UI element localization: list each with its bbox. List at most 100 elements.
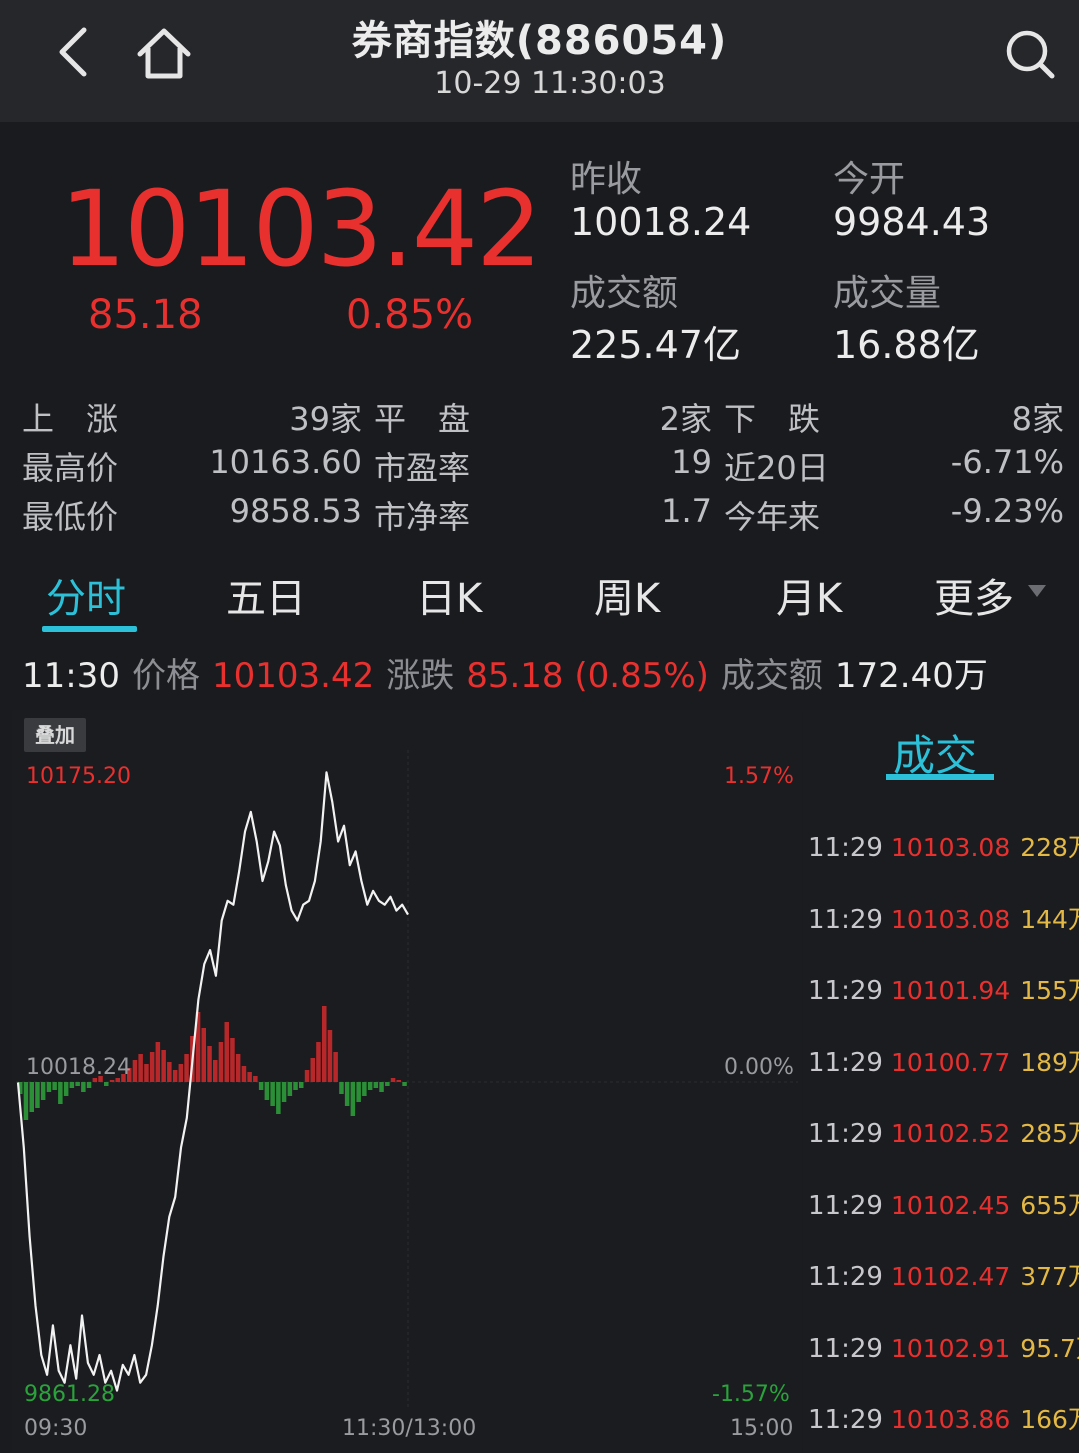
chevron-down-icon[interactable] [1028, 585, 1046, 597]
trade-volume: 144万 [1020, 904, 1079, 934]
volume-bar [63, 1082, 69, 1096]
tab-more[interactable]: 更多 [934, 566, 1014, 624]
tab-weekly-k[interactable]: 周K [594, 566, 660, 624]
volume-bar [167, 1062, 172, 1082]
trade-time: 11:29 [808, 1405, 883, 1435]
x-axis-end: 15:00 [730, 1416, 794, 1441]
top-bar: 券商指数(886054) 10-29 11:30:03 [0, 0, 1079, 122]
info-price-label: 价格 [131, 656, 200, 696]
active-tab-indicator [42, 626, 137, 632]
volume-bar [58, 1082, 63, 1104]
turnover-value: 225.47亿 [570, 323, 741, 367]
trade-row: 11:2910101.94155万↓ [808, 971, 1079, 1011]
stat-value: 19 [671, 443, 712, 481]
trade-row: 11:2910102.47377万↑ [808, 1257, 1079, 1297]
trades-tab-indicator [886, 774, 994, 780]
trade-time: 11:29 [808, 1190, 883, 1221]
volume-bar [247, 1072, 252, 1082]
volume-bar [304, 1070, 310, 1082]
volume-bar [264, 1082, 270, 1100]
trade-volume: 285万 [1020, 1119, 1079, 1148]
volume-bar [287, 1082, 293, 1096]
intraday-chart[interactable] [12, 710, 802, 1453]
trade-price: 10102.91 [890, 1333, 1011, 1363]
volume-bar [230, 1038, 235, 1082]
trade-price: 10102.45 [890, 1190, 1011, 1220]
x-axis-start: 09:30 [24, 1416, 88, 1441]
trade-price: 10103.08 [890, 904, 1011, 934]
info-turnover: 172.40万 [834, 656, 988, 696]
trade-volume: 166万 [1020, 1405, 1079, 1434]
stat-label: 今年来 [724, 498, 821, 536]
volume-bar [253, 1076, 258, 1082]
volume-bar [29, 1082, 34, 1112]
volume-bar [184, 1054, 189, 1082]
y-axis-bottom-percent: -1.57% [712, 1382, 790, 1407]
volume-bar [172, 1070, 178, 1082]
stats-row: 最高价 10163.60 市盈率 19 近20日 -6.71% [0, 443, 1079, 489]
trade-volume: 228万 [1020, 833, 1079, 862]
volume-bar [46, 1082, 52, 1092]
y-axis-top-percent: 1.57% [724, 764, 794, 789]
info-change: 85.18 (0.85%) [466, 656, 709, 696]
trade-price: 10103.08 [890, 833, 1011, 862]
trade-time: 11:29 [808, 1047, 883, 1078]
volume-bar [333, 1052, 338, 1082]
intraday-chart-svg [16, 750, 798, 1410]
volume-bar [235, 1054, 241, 1082]
chart-tabs: 分时 五日 日K 周K 月K 更多 [0, 566, 1079, 636]
trade-price: 10101.94 [890, 976, 1011, 1005]
volume-bar [327, 1030, 333, 1082]
info-turnover-label: 成交额 [720, 656, 823, 696]
volume-bar [373, 1082, 379, 1088]
trade-row: 11:2910102.45655万↓ [808, 1186, 1079, 1226]
overlay-button[interactable]: 叠加 [24, 718, 86, 752]
trade-price: 10102.52 [890, 1119, 1011, 1148]
volume-bar [52, 1082, 57, 1090]
volume-bar [276, 1082, 281, 1114]
volume-bar [149, 1052, 155, 1082]
stat-value: 9858.53 [229, 492, 362, 530]
price-change-percent: 0.85% [346, 292, 474, 338]
tab-intraday[interactable]: 分时 [46, 566, 126, 624]
trade-volume: 155万 [1020, 976, 1079, 1005]
trade-volume: 655万 [1020, 1190, 1079, 1220]
volume-bar [144, 1064, 149, 1082]
stat-label: 市盈率 [374, 449, 471, 487]
trade-row: 11:2910103.08228万↑ [808, 828, 1079, 868]
tab-daily-k[interactable]: 日K [416, 566, 482, 624]
volume-bar [350, 1082, 356, 1116]
trade-row: 11:2910102.52285万↑ [808, 1114, 1079, 1154]
volume-bar [390, 1078, 396, 1082]
stat-value: -9.23% [950, 492, 1064, 530]
volume-bar [379, 1082, 384, 1092]
volume-bar [258, 1082, 264, 1090]
stat-label: 最低价 [22, 498, 119, 536]
stat-value: 2家 [659, 400, 712, 438]
volume-bar [201, 1028, 206, 1082]
volume-bar [69, 1082, 75, 1088]
volume-bar [35, 1082, 40, 1108]
y-axis-mid-price: 10018.24 [26, 1055, 131, 1080]
volume-bar [161, 1050, 166, 1082]
trade-volume: 377万 [1020, 1262, 1079, 1291]
volume-bar [293, 1082, 298, 1090]
volume-bar [178, 1064, 184, 1082]
trade-price: 10103.86 [890, 1405, 1011, 1434]
stats-row: 最低价 9858.53 市净率 1.7 今年来 -9.23% [0, 492, 1079, 538]
x-axis-mid: 11:30/13:00 [342, 1416, 477, 1441]
info-time: 11:30 [22, 656, 120, 696]
trade-row: 11:2910100.77189万↓ [808, 1043, 1079, 1083]
volume-bar [132, 1060, 138, 1082]
stat-label: 市净率 [374, 498, 471, 536]
volume-bar [155, 1042, 161, 1082]
tab-five-day[interactable]: 五日 [226, 566, 306, 624]
tab-monthly-k[interactable]: 月K [776, 566, 842, 624]
y-axis-top-price: 10175.20 [26, 764, 131, 789]
search-button[interactable] [990, 18, 1070, 88]
volume-bar [23, 1082, 29, 1120]
trade-time: 11:29 [808, 1262, 883, 1292]
volume-bar [138, 1054, 143, 1082]
volume-bar [344, 1082, 350, 1106]
volume-bar [299, 1082, 304, 1088]
